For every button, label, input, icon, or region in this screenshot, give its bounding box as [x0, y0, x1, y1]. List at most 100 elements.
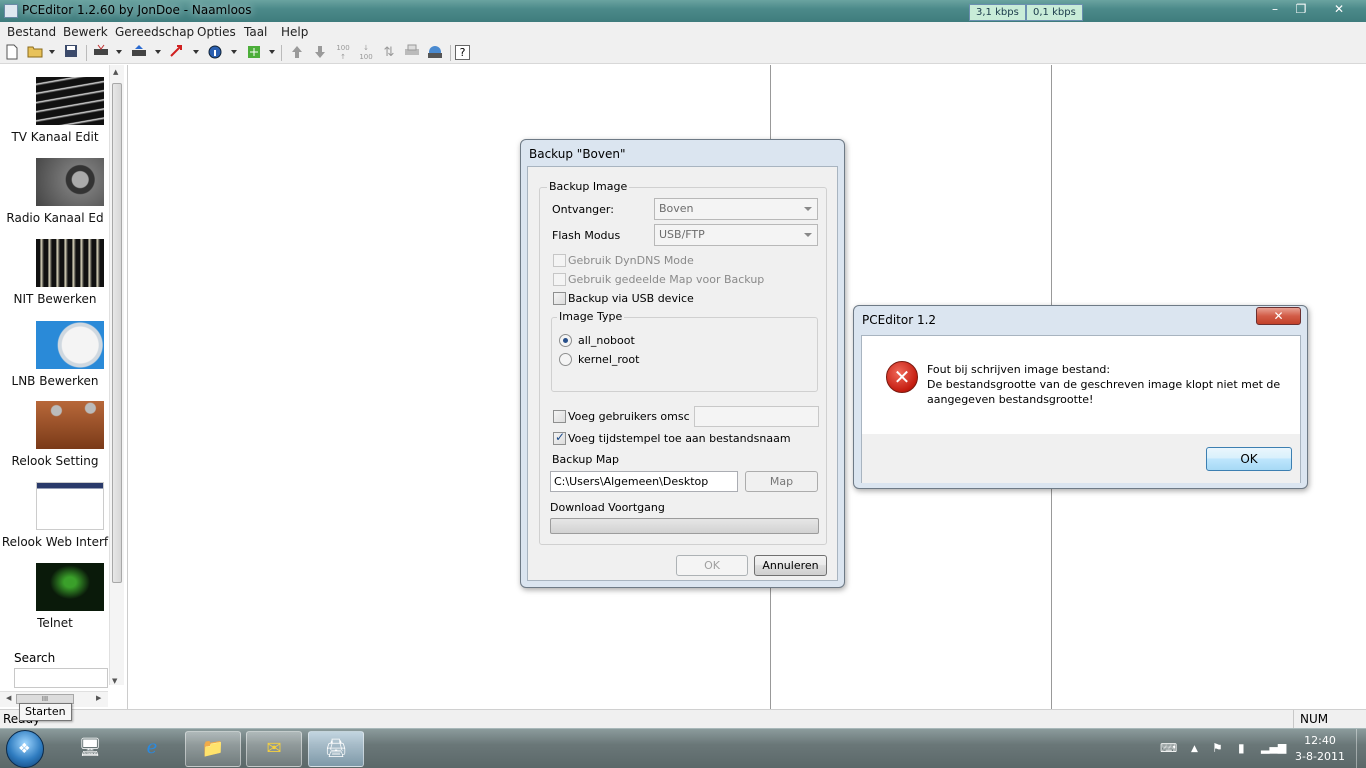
minimize-button[interactable]: – [1262, 1, 1288, 19]
receiver-icon[interactable] [92, 44, 110, 62]
outlook-icon[interactable]: ✉ [246, 731, 302, 767]
radio-kernel-root-label: kernel_root [578, 353, 640, 366]
receiver-label: Ontvanger: [552, 203, 614, 216]
menu-bewerk[interactable]: Bewerk [63, 25, 108, 39]
show-hidden-icons-icon[interactable]: ▲ [1191, 744, 1198, 754]
open-folder-icon[interactable] [26, 44, 44, 62]
sidebar-panel: TV Kanaal Edit Radio Kanaal Ed NIT Bewer… [0, 65, 128, 709]
error-message-line: aangegeven bestandsgrootte! [927, 393, 1094, 406]
flash-mode-select[interactable]: USB/FTP [654, 224, 818, 246]
chevron-down-icon [804, 207, 812, 211]
usb-backup-label: Backup via USB device [568, 292, 694, 305]
receiver-dropdown-arrow[interactable] [116, 50, 122, 54]
window-title: PCEditor 1.2.60 by JonDoe - Naamloos [22, 3, 252, 17]
start-button[interactable]: ❖ [6, 730, 44, 768]
open-dropdown-arrow[interactable] [49, 50, 55, 54]
sort-down-icon[interactable]: ↓ 100 [357, 44, 375, 62]
action-center-flag-icon[interactable]: ⚑ [1212, 741, 1223, 755]
dyndns-checkbox[interactable] [553, 254, 566, 267]
upload-dropdown-arrow[interactable] [155, 50, 161, 54]
receiver-select[interactable]: Boven [654, 198, 818, 220]
shared-map-checkbox[interactable] [553, 273, 566, 286]
radio-all-noboot[interactable] [559, 334, 572, 347]
save-icon[interactable] [62, 44, 80, 62]
cancel-button[interactable]: Annuleren [754, 555, 827, 576]
scrollbar-thumb[interactable] [112, 83, 122, 583]
clock-date: 3-8-2011 [1295, 750, 1345, 763]
chevron-down-icon [804, 233, 812, 237]
computer-taskbar-icon[interactable]: 🖥 [62, 731, 118, 767]
sidebar-item-label: LNB Bewerken [11, 374, 99, 388]
map-button[interactable]: Map [745, 471, 818, 492]
radio-kernel-root[interactable] [559, 353, 572, 366]
help-icon[interactable]: ? [455, 45, 470, 60]
image-type-group-label: Image Type [557, 310, 625, 323]
relook-thumbnail [36, 401, 104, 449]
receiver-select-value: Boven [659, 202, 694, 215]
dyndns-label: Gebruik DynDNS Mode [568, 254, 694, 267]
user-description-checkbox[interactable] [553, 410, 566, 423]
sidebar-item-label: Radio Kanaal Ed [6, 211, 104, 225]
sort-numeric-icon[interactable]: ⇅ [380, 44, 398, 62]
menu-taal[interactable]: Taal [244, 25, 267, 39]
network-icon[interactable] [426, 44, 444, 62]
status-bar: Ready NUM [0, 709, 1366, 728]
menu-bestand[interactable]: Bestand [7, 25, 56, 39]
close-icon[interactable]: ✕ [1256, 307, 1301, 325]
move-down-icon[interactable] [311, 44, 329, 62]
user-description-input[interactable] [694, 406, 819, 427]
sidebar-scrollbar[interactable]: ▲ ▼ [109, 65, 124, 685]
network-signal-icon[interactable]: ▂▄▆ [1261, 741, 1286, 754]
error-dialog-title: PCEditor 1.2 [862, 313, 937, 327]
internet-explorer-icon[interactable]: ℯ [124, 731, 180, 767]
battery-icon[interactable]: ▮ [1238, 741, 1245, 755]
upload-icon[interactable] [130, 44, 148, 62]
sidebar-item-label: NIT Bewerken [13, 292, 97, 306]
info-globe-icon[interactable] [206, 44, 224, 62]
print-icon[interactable] [403, 44, 421, 62]
scroll-right-icon[interactable]: ▶ [96, 694, 101, 702]
new-document-icon[interactable] [3, 44, 21, 62]
taskbar: ❖ 🖥 ℯ 📁 ✉ 🖨 ⌨ ▲ ⚑ ▮ ▂▄▆ 12:40 3-8-2011 [0, 728, 1366, 768]
scroll-down-icon[interactable]: ▼ [112, 677, 117, 685]
close-window-button[interactable]: ✕ [1316, 1, 1362, 19]
menu-bar: Bestand Bewerk Gereedschap Opties Taal H… [0, 22, 1366, 42]
scroll-left-icon[interactable]: ◀ [6, 694, 11, 702]
nit-thumbnail [36, 239, 104, 287]
download-dropdown-arrow[interactable] [193, 50, 199, 54]
error-dialog-body: ✕ Fout bij schrijven image bestand: De b… [861, 335, 1301, 483]
satellite-icon[interactable] [245, 44, 263, 62]
menu-help[interactable]: Help [281, 25, 308, 39]
ok-button[interactable]: OK [676, 555, 748, 576]
sidebar-item-label: Relook Web Interf [1, 535, 109, 549]
move-up-icon[interactable] [288, 44, 306, 62]
backup-dialog: Backup "Boven" Backup Image Ontvanger: B… [520, 139, 845, 588]
pceditor-taskbar-icon[interactable]: 🖨 [308, 731, 364, 767]
flash-mode-select-value: USB/FTP [659, 228, 705, 241]
search-input[interactable] [14, 668, 108, 688]
menu-gereedschap[interactable]: Gereedschap [115, 25, 194, 39]
lnb-thumbnail [36, 321, 104, 369]
backup-image-group-label: Backup Image [547, 180, 630, 193]
menu-opties[interactable]: Opties [197, 25, 236, 39]
maximize-button[interactable]: ❐ [1288, 1, 1314, 19]
show-desktop-button[interactable] [1356, 729, 1366, 768]
checkmark-icon: ✓ [555, 430, 566, 444]
info-dropdown-arrow[interactable] [231, 50, 237, 54]
system-clock[interactable]: 12:40 3-8-2011 [1292, 733, 1348, 765]
timestamp-checkbox[interactable]: ✓ [553, 430, 566, 445]
error-ok-button[interactable]: OK [1206, 447, 1292, 471]
clock-time: 12:40 [1304, 734, 1336, 747]
telnet-thumbnail [36, 563, 104, 611]
usb-backup-checkbox[interactable] [553, 292, 566, 305]
satellite-dropdown-arrow[interactable] [269, 50, 275, 54]
keyboard-icon[interactable]: ⌨ [1160, 741, 1177, 755]
sidebar-item-label: Telnet [37, 616, 73, 630]
download-arrow-icon[interactable] [168, 44, 186, 62]
explorer-folder-icon[interactable]: 📁 [185, 731, 241, 767]
app-icon[interactable] [4, 4, 18, 18]
scroll-up-icon[interactable]: ▲ [113, 68, 118, 76]
sort-up-icon[interactable]: 100 ↑ [334, 44, 352, 62]
backup-map-input[interactable]: C:\Users\Algemeen\Desktop [550, 471, 738, 492]
title-bar: PCEditor 1.2.60 by JonDoe - Naamloos 3,1… [0, 0, 1366, 22]
